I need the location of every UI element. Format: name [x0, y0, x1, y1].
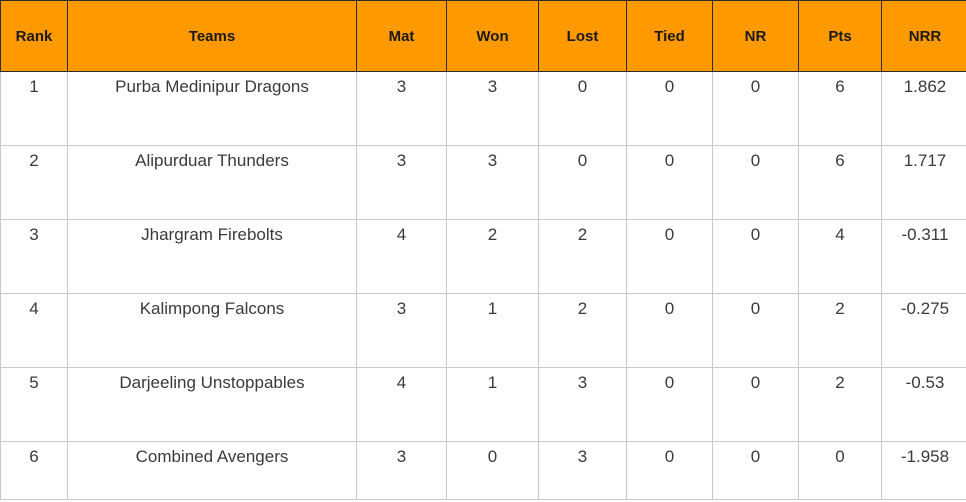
cell-tied: 0: [626, 71, 713, 146]
header-nrr: NRR: [881, 0, 966, 72]
cell-nrr: -0.53: [881, 367, 966, 442]
cell-lost: 2: [538, 293, 627, 368]
cell-won: 2: [446, 219, 539, 294]
table-row: 3 Jhargram Firebolts 4 2 2 0 0 4 -0.311: [0, 219, 966, 294]
header-nr: NR: [712, 0, 799, 72]
cell-rank: 5: [0, 367, 68, 442]
table-row: 5 Darjeeling Unstoppables 4 1 3 0 0 2 -0.53: [0, 367, 966, 442]
cell-team: Combined Avengers: [67, 441, 357, 500]
table-row: 1 Purba Medinipur Dragons 3 3 0 0 0 6 1.862: [0, 71, 966, 146]
cell-pts: 6: [798, 145, 882, 220]
cell-team: Darjeeling Unstoppables: [67, 367, 357, 442]
cell-pts: 2: [798, 293, 882, 368]
cell-mat: 3: [356, 145, 447, 220]
header-rank: Rank: [0, 0, 68, 72]
cell-won: 0: [446, 441, 539, 500]
cell-rank: 3: [0, 219, 68, 294]
cell-mat: 3: [356, 71, 447, 146]
table-row: 6 Combined Avengers 3 0 3 0 0 0 -1.958: [0, 441, 966, 500]
cell-tied: 0: [626, 293, 713, 368]
cell-rank: 2: [0, 145, 68, 220]
cell-won: 3: [446, 145, 539, 220]
cell-mat: 3: [356, 293, 447, 368]
cell-nr: 0: [712, 441, 799, 500]
cell-lost: 3: [538, 441, 627, 500]
cell-pts: 0: [798, 441, 882, 500]
cell-rank: 1: [0, 71, 68, 146]
table-row: 2 Alipurduar Thunders 3 3 0 0 0 6 1.717: [0, 145, 966, 220]
cell-mat: 4: [356, 219, 447, 294]
cell-rank: 4: [0, 293, 68, 368]
cell-pts: 2: [798, 367, 882, 442]
header-row: Rank Teams Mat Won Lost Tied NR Pts NRR: [0, 0, 966, 72]
cell-won: 1: [446, 293, 539, 368]
header-won: Won: [446, 0, 539, 72]
header-pts: Pts: [798, 0, 882, 72]
cell-tied: 0: [626, 367, 713, 442]
cell-lost: 0: [538, 71, 627, 146]
cell-nr: 0: [712, 219, 799, 294]
header-tied: Tied: [626, 0, 713, 72]
cell-nrr: -0.275: [881, 293, 966, 368]
cell-rank: 6: [0, 441, 68, 500]
cell-mat: 4: [356, 367, 447, 442]
cell-nr: 0: [712, 145, 799, 220]
table-row: 4 Kalimpong Falcons 3 1 2 0 0 2 -0.275: [0, 293, 966, 368]
cell-team: Jhargram Firebolts: [67, 219, 357, 294]
cell-pts: 6: [798, 71, 882, 146]
cell-lost: 3: [538, 367, 627, 442]
cell-nrr: 1.717: [881, 145, 966, 220]
points-table: Rank Teams Mat Won Lost Tied NR Pts NRR …: [0, 0, 966, 500]
header-mat: Mat: [356, 0, 447, 72]
cell-nrr: -0.311: [881, 219, 966, 294]
cell-lost: 2: [538, 219, 627, 294]
cell-won: 3: [446, 71, 539, 146]
cell-tied: 0: [626, 145, 713, 220]
cell-mat: 3: [356, 441, 447, 500]
cell-won: 1: [446, 367, 539, 442]
cell-team: Alipurduar Thunders: [67, 145, 357, 220]
cell-nrr: 1.862: [881, 71, 966, 146]
header-teams: Teams: [67, 0, 357, 72]
cell-tied: 0: [626, 219, 713, 294]
cell-nr: 0: [712, 293, 799, 368]
cell-lost: 0: [538, 145, 627, 220]
cell-team: Purba Medinipur Dragons: [67, 71, 357, 146]
cell-nrr: -1.958: [881, 441, 966, 500]
cell-nr: 0: [712, 71, 799, 146]
header-lost: Lost: [538, 0, 627, 72]
cell-tied: 0: [626, 441, 713, 500]
cell-team: Kalimpong Falcons: [67, 293, 357, 368]
cell-pts: 4: [798, 219, 882, 294]
cell-nr: 0: [712, 367, 799, 442]
